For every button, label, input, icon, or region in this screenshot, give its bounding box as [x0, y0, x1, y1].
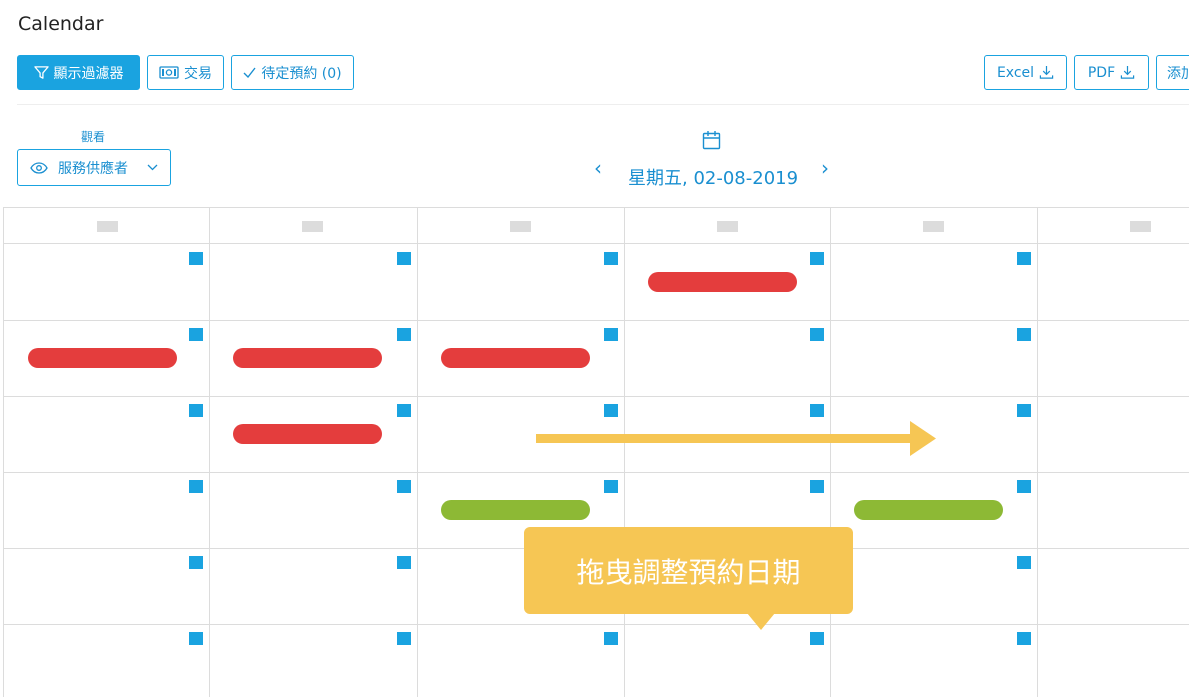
pdf-label: PDF: [1087, 64, 1116, 81]
add-appointment-icon[interactable]: [1017, 404, 1031, 417]
add-appointment-icon[interactable]: [397, 556, 411, 569]
add-appointment-icon[interactable]: [397, 404, 411, 417]
add-label: 添加: [1167, 65, 1189, 82]
row-divider: [4, 472, 1189, 473]
column-header-placeholder: [302, 221, 323, 232]
appointment-bar[interactable]: [648, 272, 797, 292]
excel-label: Excel: [996, 64, 1035, 81]
add-appointment-icon[interactable]: [189, 556, 203, 569]
chevron-left-icon[interactable]: ‹: [594, 156, 602, 180]
calendar-icon[interactable]: [702, 130, 721, 150]
add-appointment-icon[interactable]: [604, 252, 618, 265]
column-header-placeholder: [1130, 221, 1151, 232]
add-appointment-icon[interactable]: [810, 328, 824, 341]
view-label: 觀看: [81, 130, 106, 144]
add-appointment-icon[interactable]: [604, 404, 618, 417]
view-select[interactable]: 服務供應者: [17, 149, 171, 186]
add-appointment-icon[interactable]: [189, 252, 203, 265]
pending-appointments-label: 待定預約 (0): [261, 65, 342, 82]
add-appointment-icon[interactable]: [810, 632, 824, 645]
add-appointment-icon[interactable]: [1017, 328, 1031, 341]
column-header-placeholder: [717, 221, 738, 232]
excel-export-button[interactable]: Excel: [984, 55, 1067, 90]
appointment-bar[interactable]: [441, 500, 590, 520]
chevron-right-icon[interactable]: ›: [821, 156, 829, 180]
add-appointment-icon[interactable]: [397, 252, 411, 265]
add-appointment-icon[interactable]: [189, 404, 203, 417]
appointment-bar[interactable]: [233, 348, 382, 368]
eye-icon: [30, 161, 48, 174]
add-appointment-icon[interactable]: [397, 480, 411, 493]
column-header-placeholder: [510, 221, 531, 232]
add-appointment-icon[interactable]: [604, 632, 618, 645]
show-filter-label: 顯示過濾器: [53, 65, 124, 82]
show-filter-button[interactable]: 顯示過濾器: [17, 55, 140, 90]
add-appointment-icon[interactable]: [1017, 480, 1031, 493]
add-appointment-icon[interactable]: [397, 328, 411, 341]
transactions-button[interactable]: 交易: [147, 55, 224, 90]
add-appointment-icon[interactable]: [1017, 556, 1031, 569]
calendar-header-row: [4, 208, 1189, 244]
add-appointment-icon[interactable]: [810, 252, 824, 265]
download-icon: [1039, 65, 1054, 79]
add-appointment-icon[interactable]: [1017, 252, 1031, 265]
chevron-down-icon: [147, 164, 158, 171]
column-header-placeholder: [923, 221, 944, 232]
tooltip-tail: [747, 613, 775, 630]
row-divider: [4, 320, 1189, 321]
download-icon: [1120, 65, 1135, 79]
pending-appointments-button[interactable]: 待定預約 (0): [231, 55, 354, 90]
drag-arrow-icon: [536, 421, 936, 456]
appointment-bar[interactable]: [28, 348, 177, 368]
row-divider: [4, 396, 1189, 397]
toolbar-divider: [17, 104, 1189, 105]
check-icon: [243, 67, 256, 78]
drag-hint-tooltip: 拖曳調整預約日期: [524, 527, 853, 614]
add-appointment-icon[interactable]: [604, 328, 618, 341]
pdf-export-button[interactable]: PDF: [1074, 55, 1149, 90]
add-appointment-icon[interactable]: [189, 480, 203, 493]
appointment-bar[interactable]: [441, 348, 590, 368]
appointment-bar[interactable]: [233, 424, 382, 444]
view-select-value: 服務供應者: [58, 160, 128, 177]
add-appointment-icon[interactable]: [810, 404, 824, 417]
transactions-label: 交易: [184, 65, 212, 82]
filter-icon: [33, 66, 49, 79]
add-appointment-icon[interactable]: [189, 328, 203, 341]
add-appointment-icon[interactable]: [397, 632, 411, 645]
appointment-bar[interactable]: [854, 500, 1003, 520]
add-appointment-icon[interactable]: [1017, 632, 1031, 645]
add-appointment-icon[interactable]: [604, 480, 618, 493]
page-title: Calendar: [18, 13, 104, 35]
add-appointment-icon[interactable]: [189, 632, 203, 645]
column-header-placeholder: [97, 221, 118, 232]
add-button[interactable]: 添加: [1156, 55, 1189, 90]
row-divider: [4, 624, 1189, 625]
current-date: 星期五, 02-08-2019: [628, 168, 799, 189]
add-appointment-icon[interactable]: [810, 480, 824, 493]
money-icon: [159, 66, 179, 79]
